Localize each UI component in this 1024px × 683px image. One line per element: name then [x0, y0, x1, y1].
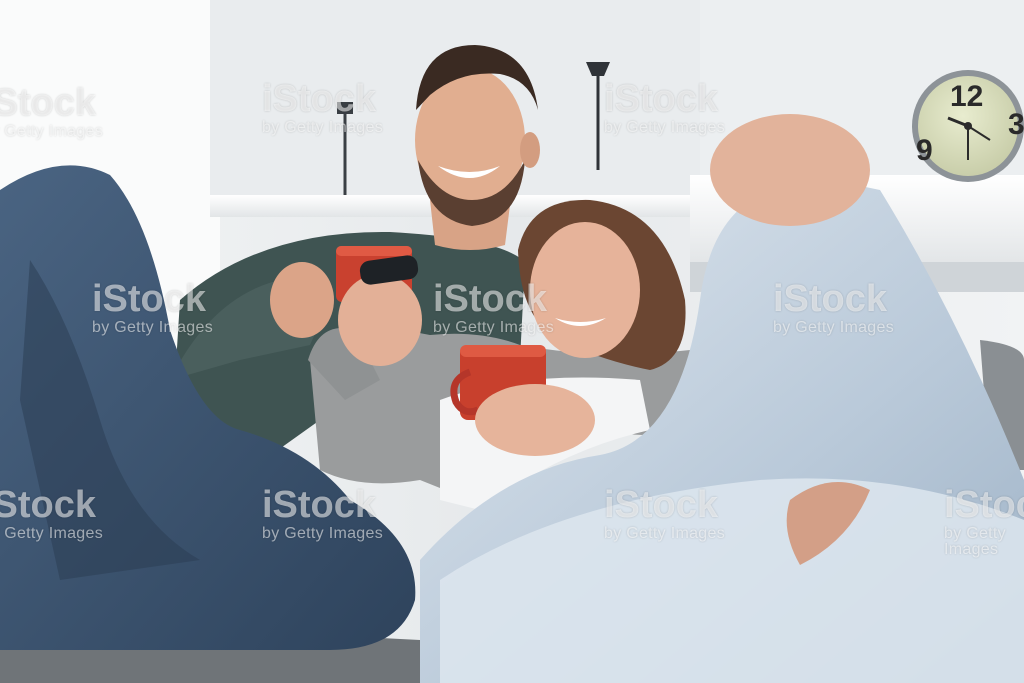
woman-hand-mug [475, 384, 595, 456]
clock-numeral-12: 12 [950, 80, 983, 113]
woman-face [530, 222, 640, 358]
stock-photo: 12 9 3 Stock Getty Images iStock by Gett… [0, 0, 1024, 683]
clock-numeral-9: 9 [916, 134, 933, 167]
woman-hand-remote [338, 274, 422, 366]
man-ear [520, 132, 540, 168]
man-hand [270, 262, 334, 338]
couple-watching-tv-scene: 12 9 3 [0, 0, 1024, 683]
clock-numeral-3: 3 [1008, 108, 1024, 141]
woman-knee [710, 114, 870, 226]
